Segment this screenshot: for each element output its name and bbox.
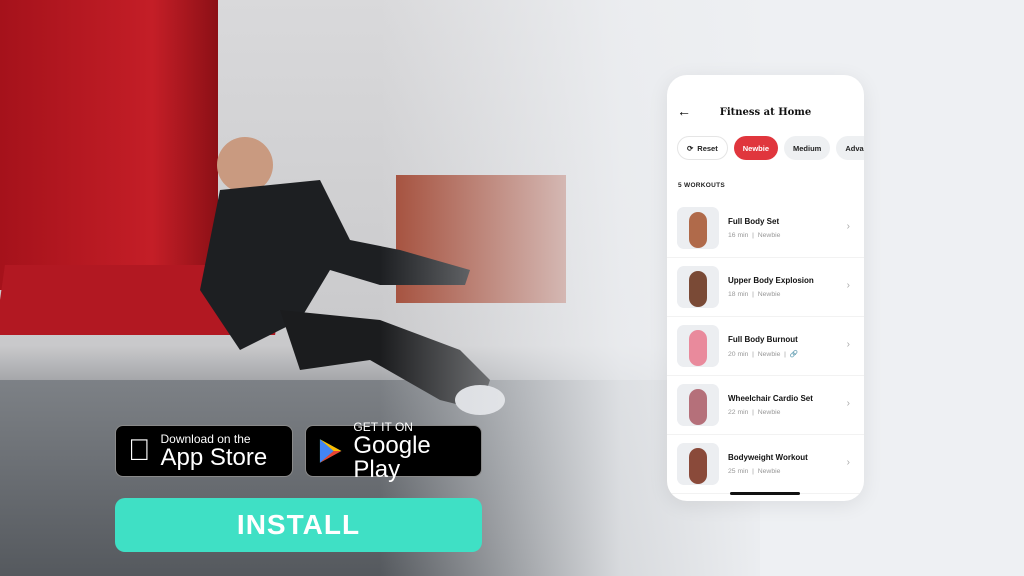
workout-duration: 18 min [728, 291, 749, 298]
workout-level: Newbie [757, 468, 781, 475]
chevron-right-icon: › [846, 398, 850, 409]
workout-level: Newbie [757, 232, 781, 239]
workout-duration: 25 min [728, 468, 749, 475]
apple-icon:  [128, 434, 151, 468]
workout-list: Full Body Set 16 min | Newbie › Upper Body… [667, 199, 864, 494]
workout-row[interactable]: Upper Body Explosion 18 min | Newbie › [667, 258, 864, 317]
filter-label: Reset [697, 143, 718, 153]
workout-name: Full Body Set [728, 217, 780, 226]
workout-thumbnail [677, 443, 719, 485]
install-button[interactable]: INSTALL [115, 498, 482, 552]
workout-thumbnail [677, 325, 719, 367]
chevron-right-icon: › [846, 339, 850, 350]
workout-name: Upper Body Explosion [728, 276, 814, 285]
google-play-button[interactable]: GET IT ON Google Play [305, 420, 482, 482]
filter-reset[interactable]: ⟳ Reset [677, 136, 728, 160]
chevron-right-icon: › [846, 221, 850, 232]
workout-row[interactable]: Bodyweight Workout 25 min | Newbie › [667, 435, 864, 494]
workout-row[interactable]: Full Body Set 16 min | Newbie › [667, 199, 864, 258]
workout-thumbnail [677, 207, 719, 249]
google-play-icon [319, 439, 342, 463]
workout-count: 5 WORKOUTS [678, 182, 726, 189]
link-icon: 🔗 [789, 350, 799, 358]
refresh-icon: ⟳ [687, 143, 694, 153]
filter-medium[interactable]: Medium [784, 136, 831, 160]
workout-level: Newbie [757, 409, 781, 416]
workout-duration: 16 min [728, 232, 749, 239]
chevron-right-icon: › [846, 457, 850, 468]
workout-name: Wheelchair Cardio Set [728, 394, 813, 403]
screen-title: Fitness at Home [719, 107, 812, 118]
home-indicator [730, 492, 800, 495]
filter-advance[interactable]: Advance [836, 136, 864, 160]
app-store-button[interactable]:  Download on theApp Store [115, 425, 293, 477]
google-play-big: Google Play [353, 432, 431, 483]
workout-thumbnail [677, 266, 719, 308]
app-store-big: App Store [138, 444, 268, 471]
workout-name: Full Body Burnout [728, 334, 798, 344]
workout-level: Newbie [757, 291, 781, 298]
workout-row[interactable]: Full Body Burnout 20 min | Newbie | 🔗 › [667, 317, 864, 376]
hero-photo [0, 0, 780, 576]
phone-mockup: ← Fitness at Home ⟳ Reset Newbie Medium A… [667, 75, 864, 501]
workout-thumbnail [677, 384, 719, 426]
workout-duration: 20 min [728, 350, 749, 358]
workout-duration: 22 min [728, 409, 749, 416]
chevron-right-icon: › [846, 280, 850, 291]
filter-newbie[interactable]: Newbie [733, 136, 778, 160]
workout-level: Newbie [757, 350, 781, 358]
workout-name: Bodyweight Workout [728, 453, 808, 462]
workout-row[interactable]: Wheelchair Cardio Set 22 min | Newbie › [667, 376, 864, 435]
